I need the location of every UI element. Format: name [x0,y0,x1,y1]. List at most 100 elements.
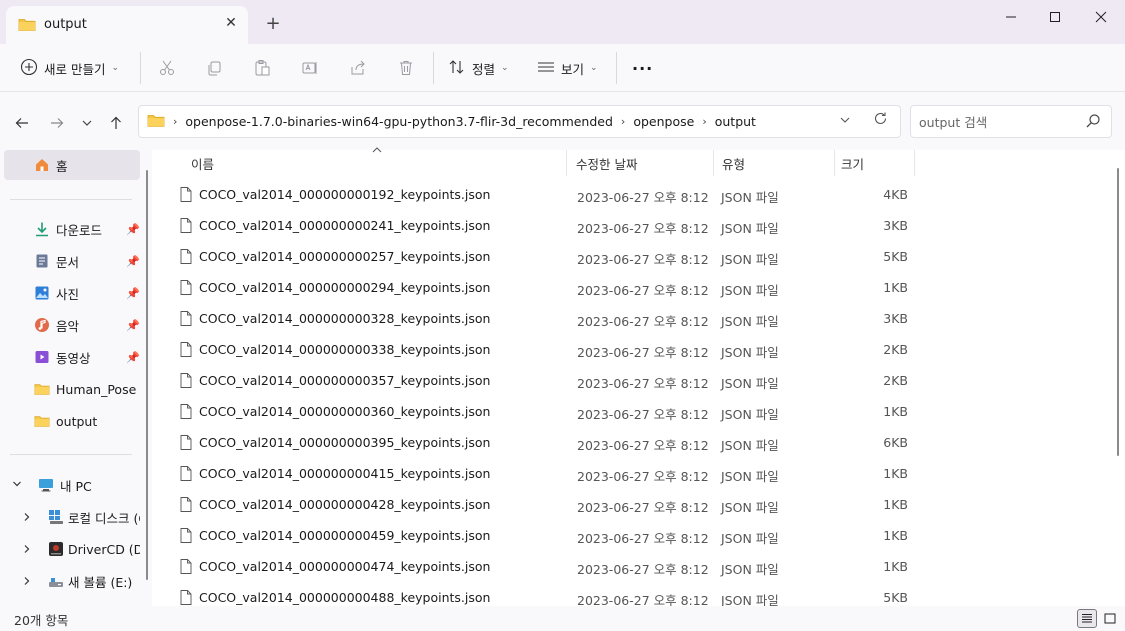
window-close-button[interactable] [1078,4,1124,30]
file-type: JSON 파일 [721,252,779,267]
folder-icon [18,17,36,35]
chevron-down-icon[interactable] [839,114,851,129]
tab-output[interactable]: output ✕ [6,6,248,44]
pictures-icon [34,285,50,301]
sidebar-item-downloads[interactable]: 다운로드 📌 [4,214,140,244]
divider[interactable] [834,150,835,176]
column-header-date[interactable]: 수정한 날짜 [576,150,637,176]
home-icon [34,157,50,173]
file-date: 2023-06-27 오후 8:12 [577,469,709,484]
divider[interactable] [914,150,915,176]
pin-icon[interactable]: 📌 [126,287,140,300]
file-name: COCO_val2014_000000000241_keypoints.json [199,218,491,233]
column-header-size[interactable]: 크기 [841,150,864,176]
table-row[interactable]: COCO_val2014_000000000415_keypoints.json… [176,458,916,489]
up-icon[interactable] [105,112,127,134]
sidebar-item-drive-d[interactable]: DriverCD (D:) [4,534,140,564]
json-file-icon [180,497,192,515]
rename-icon[interactable] [296,54,324,82]
recent-locations-icon[interactable] [76,112,98,134]
plus-icon[interactable]: + [262,12,284,34]
table-row[interactable]: COCO_val2014_000000000328_keypoints.json… [176,303,916,334]
sidebar-scrollbar[interactable] [146,170,148,580]
file-size: 1KB [883,404,908,419]
copy-icon[interactable] [200,54,228,82]
breadcrumb-openpose-root[interactable]: openpose-1.7.0-binaries-win64-gpu-python… [185,114,613,129]
chevron-down-icon[interactable] [12,479,22,492]
sidebar-item-label: output [56,413,98,429]
maximize-button[interactable] [1032,4,1078,30]
delete-icon[interactable] [392,54,420,82]
chevron-right-icon[interactable] [22,574,32,589]
file-type: JSON 파일 [721,438,779,453]
table-row[interactable]: COCO_val2014_000000000459_keypoints.json… [176,520,916,551]
sort-button[interactable]: 정렬 ⌄ [448,54,509,82]
chevron-right-icon[interactable] [22,542,32,557]
divider[interactable] [713,150,714,176]
title-bar: output ✕ + [0,0,1125,44]
search-icon[interactable] [1085,113,1101,132]
pin-icon[interactable]: 📌 [126,223,140,236]
sidebar-item-this-pc[interactable]: 내 PC [4,470,140,500]
share-icon[interactable] [344,54,372,82]
sidebar-item-output[interactable]: output [4,406,140,436]
table-row[interactable]: COCO_val2014_000000000474_keypoints.json… [176,551,916,582]
folder-icon [34,381,50,397]
command-bar: 새로 만들기 ⌄ 정렬 ⌄ 보기 ⌄ ··· [0,44,1125,92]
sort-ascending-icon [372,146,382,157]
sidebar-item-home[interactable]: 홈 [4,150,140,180]
table-row[interactable]: COCO_val2014_000000000395_keypoints.json… [176,427,916,458]
file-date: 2023-06-27 오후 8:12 [577,283,709,298]
sidebar-item-label: DriverCD (D:) [68,541,140,557]
pin-icon[interactable]: 📌 [126,255,140,268]
table-row[interactable]: COCO_val2014_000000000338_keypoints.json… [176,334,916,365]
table-row[interactable]: COCO_val2014_000000000241_keypoints.json… [176,210,916,241]
sidebar-item-human-pose[interactable]: Human_Pose Es [4,374,140,404]
chevron-right-icon[interactable]: › [621,115,625,128]
details-view-button[interactable] [1077,609,1097,628]
forward-icon[interactable] [46,112,68,134]
table-row[interactable]: COCO_val2014_000000000192_keypoints.json… [176,179,916,210]
table-row[interactable]: COCO_val2014_000000000294_keypoints.json… [176,272,916,303]
chevron-right-icon[interactable]: › [702,115,706,128]
folder-icon [147,113,165,131]
sidebar-item-videos[interactable]: 동영상 📌 [4,342,140,372]
column-header-type[interactable]: 유형 [722,150,745,176]
sidebar-item-music[interactable]: 음악 📌 [4,310,140,340]
divider[interactable] [566,150,567,176]
cut-icon[interactable] [153,54,181,82]
breadcrumb-output[interactable]: output [715,114,756,129]
table-row[interactable]: COCO_val2014_000000000257_keypoints.json… [176,241,916,272]
sidebar-item-pictures[interactable]: 사진 📌 [4,278,140,308]
refresh-icon[interactable] [873,111,888,130]
sort-label: 정렬 [472,61,496,77]
new-button[interactable]: 새로 만들기 ⌄ [14,52,125,84]
chevron-right-icon[interactable] [22,510,32,525]
sidebar-item-label: 문서 [56,254,80,270]
table-row[interactable]: COCO_val2014_000000000360_keypoints.json… [176,396,916,427]
paste-icon[interactable] [248,54,276,82]
address-bar[interactable]: › openpose-1.7.0-binaries-win64-gpu-pyth… [138,105,901,138]
close-icon[interactable]: ✕ [220,12,242,34]
pin-icon[interactable]: 📌 [126,319,140,332]
vertical-scrollbar[interactable] [1117,168,1119,456]
column-header-name[interactable]: 이름 [191,150,214,176]
breadcrumb-openpose[interactable]: openpose [633,114,694,129]
table-row[interactable]: COCO_val2014_000000000428_keypoints.json… [176,489,916,520]
chevron-right-icon[interactable]: › [173,115,177,128]
search-input[interactable] [919,112,1079,132]
table-row[interactable]: COCO_val2014_000000000357_keypoints.json… [176,365,916,396]
file-name: COCO_val2014_000000000415_keypoints.json [199,466,491,481]
sidebar-item-documents[interactable]: 문서 📌 [4,246,140,276]
large-icons-view-button[interactable] [1100,609,1120,628]
sidebar-item-drive-e[interactable]: 새 볼륨 (E:) [4,566,140,596]
sidebar-item-label: 로컬 디스크 (C [68,510,140,526]
file-date: 2023-06-27 오후 8:12 [577,345,709,360]
pin-icon[interactable]: 📌 [126,351,140,364]
sidebar-item-drive-c[interactable]: 로컬 디스크 (C [4,502,140,532]
more-options-button[interactable]: ··· [632,54,653,82]
minimize-button[interactable] [988,4,1034,30]
view-button[interactable]: 보기 ⌄ [537,54,598,82]
search-box[interactable] [910,105,1112,138]
back-icon[interactable] [11,112,33,134]
